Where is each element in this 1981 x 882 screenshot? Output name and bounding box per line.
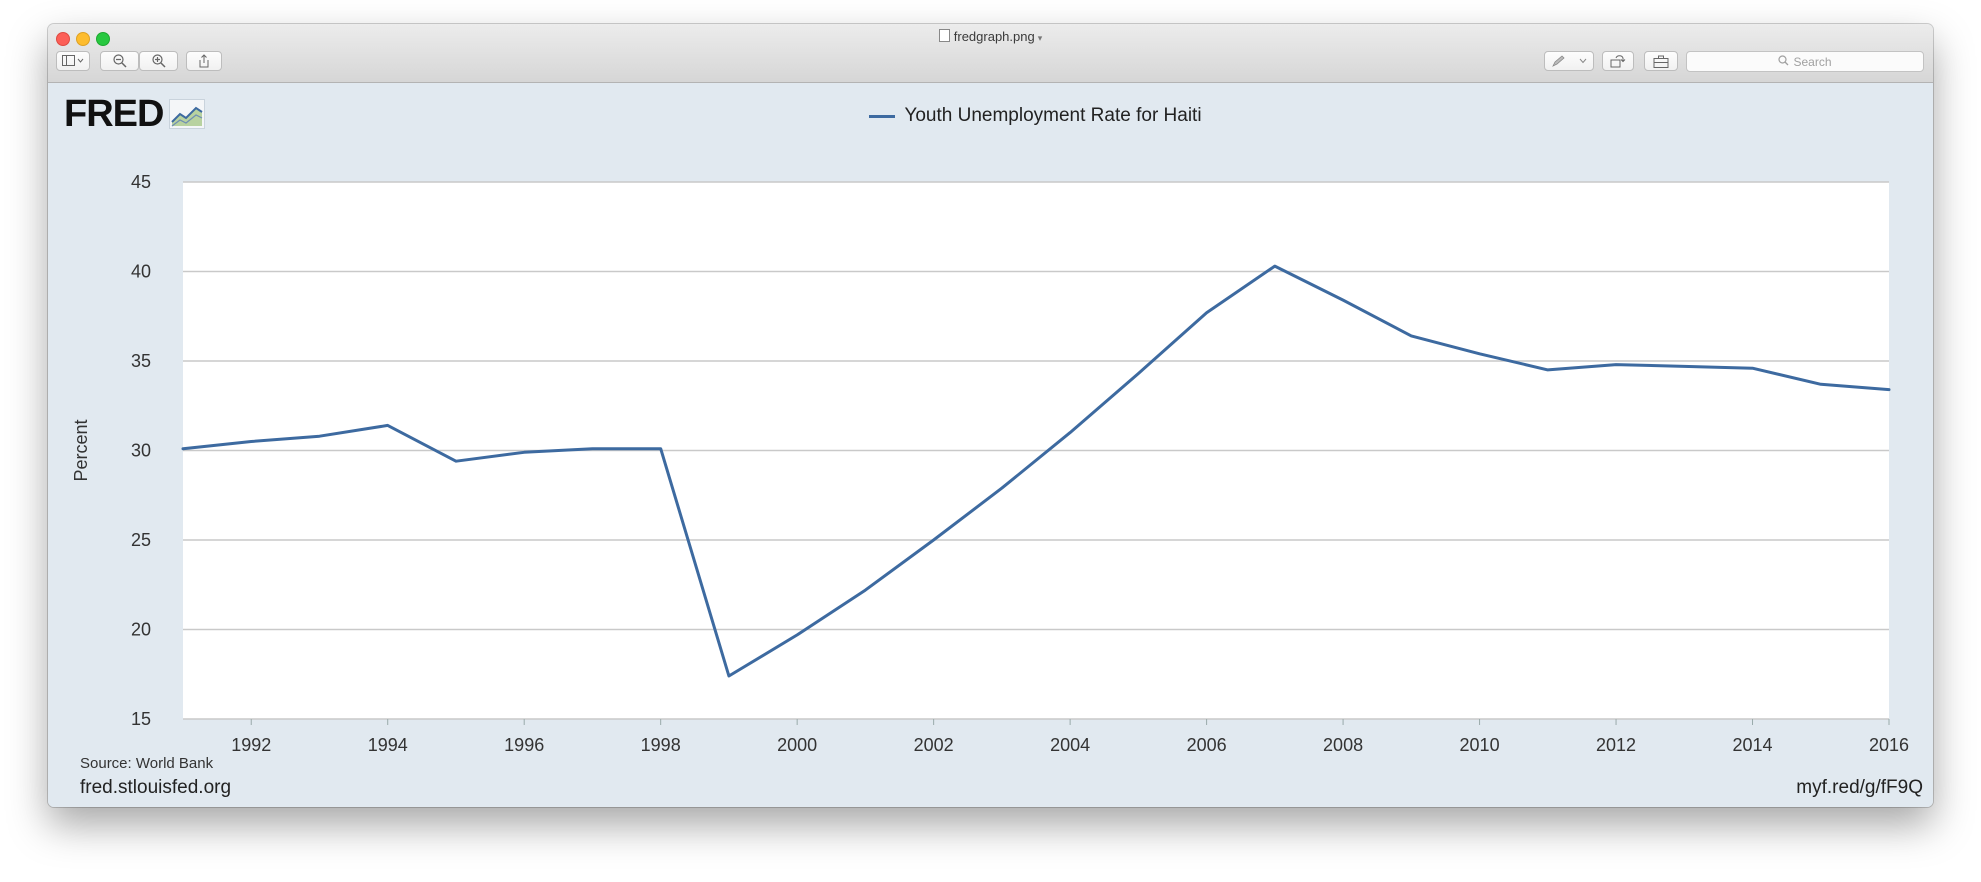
window-title-text: fredgraph.png <box>953 29 1035 44</box>
y-tick-label: 20 <box>131 620 151 640</box>
preview-window: fredgraph.png ▾ Search FRED Youth Unempl… <box>48 24 1933 807</box>
rotate-icon <box>1610 54 1626 68</box>
search-icon <box>1778 54 1793 69</box>
document-icon <box>938 29 950 42</box>
toolbox-icon <box>1653 55 1669 68</box>
site-url: fred.stlouisfed.org <box>80 777 232 798</box>
x-tick-label: 2004 <box>1050 735 1090 755</box>
markup-button[interactable] <box>1544 51 1594 71</box>
share-icon <box>198 54 210 68</box>
x-tick-label: 2006 <box>1187 735 1227 755</box>
y-tick-label: 35 <box>131 351 151 371</box>
chevron-down-icon <box>1579 58 1587 64</box>
x-tick-label: 1998 <box>641 735 681 755</box>
image-content: FRED Youth Unemployment Rate for Haiti 1… <box>48 83 1933 807</box>
window-title[interactable]: fredgraph.png ▾ <box>48 29 1933 44</box>
y-tick-label: 15 <box>131 709 151 729</box>
x-tick-label: 1992 <box>231 735 271 755</box>
x-tick-label: 2012 <box>1596 735 1636 755</box>
y-tick-label: 30 <box>131 441 151 461</box>
zoom-out-button[interactable] <box>100 51 139 71</box>
chevron-down-icon: ▾ <box>1037 33 1043 43</box>
title-bar: fredgraph.png ▾ Search <box>48 24 1933 83</box>
search-field[interactable]: Search <box>1686 51 1924 72</box>
short-url: myf.red/g/fF9Q <box>1796 777 1923 798</box>
zoom-in-button[interactable] <box>139 51 178 71</box>
markup-pen-icon <box>1551 55 1566 67</box>
x-tick-label: 2008 <box>1323 735 1363 755</box>
source-note: Source: World Bank <box>80 755 214 772</box>
y-tick-label: 45 <box>131 172 151 192</box>
share-button[interactable] <box>186 51 222 71</box>
rotate-button[interactable] <box>1602 51 1634 71</box>
x-tick-label: 2014 <box>1732 735 1772 755</box>
zoom-out-icon <box>112 54 127 68</box>
x-tick-label: 2000 <box>777 735 817 755</box>
x-tick-label: 1996 <box>504 735 544 755</box>
y-axis-label: Percent <box>71 419 91 481</box>
x-tick-label: 2010 <box>1460 735 1500 755</box>
search-placeholder: Search <box>1793 54 1832 69</box>
x-tick-label: 2002 <box>914 735 954 755</box>
x-tick-label: 2016 <box>1869 735 1909 755</box>
line-chart: 15 20 25 30 35 40 45 1992 1994 1996 1998 2000 2002 20… <box>71 172 1909 755</box>
sidebar-toggle-button[interactable] <box>56 51 90 71</box>
x-tick-label: 1994 <box>368 735 408 755</box>
y-tick-label: 25 <box>131 530 151 550</box>
sidebar-icon <box>62 55 84 67</box>
y-tick-label: 40 <box>131 262 151 282</box>
zoom-in-icon <box>151 54 166 68</box>
toolbox-button[interactable] <box>1644 51 1678 71</box>
